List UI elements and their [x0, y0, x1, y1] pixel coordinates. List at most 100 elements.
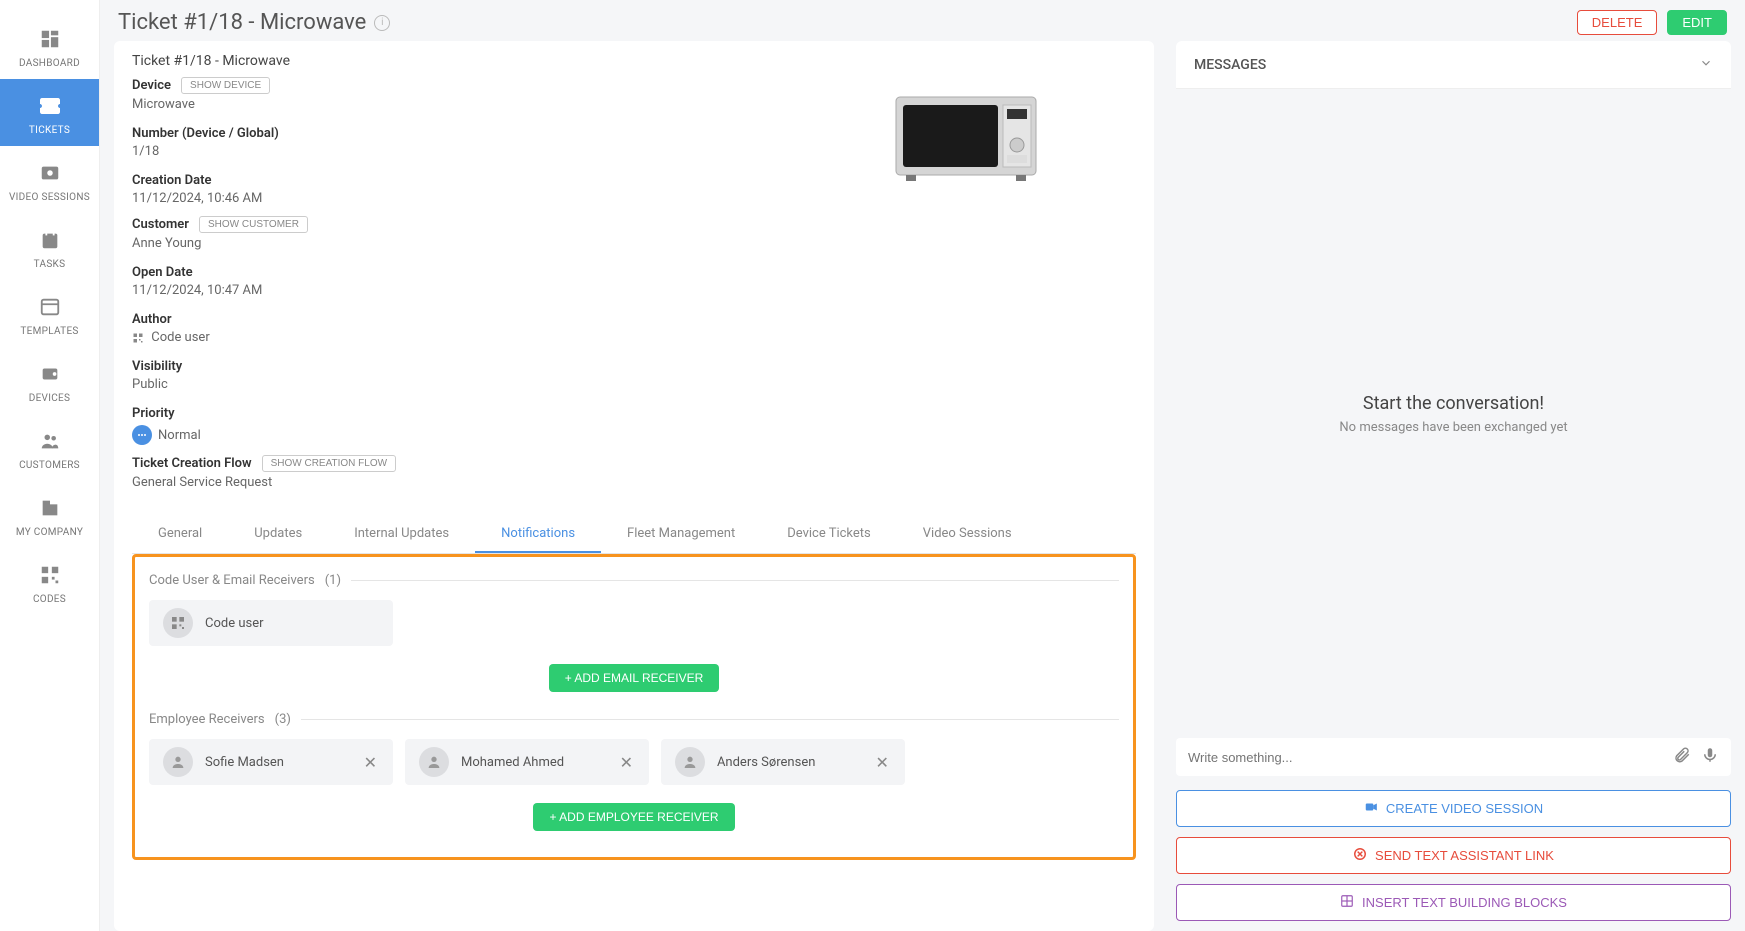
tab-updates[interactable]: Updates	[228, 516, 328, 553]
employee-name: Sofie Madsen	[205, 755, 350, 770]
tabs: General Updates Internal Updates Notific…	[132, 516, 1136, 554]
message-input[interactable]	[1188, 750, 1663, 765]
sidebar-item-label: CUSTOMERS	[19, 460, 80, 471]
sidebar-item-label: CODES	[33, 594, 66, 605]
dashboard-icon	[37, 26, 63, 52]
add-email-receiver-button[interactable]: + ADD EMAIL RECEIVER	[549, 664, 720, 692]
creation-date-value: 11/12/2024, 10:46 AM	[132, 191, 796, 206]
device-label: Device	[132, 78, 171, 93]
tab-internal-updates[interactable]: Internal Updates	[328, 516, 475, 553]
device-value: Microwave	[132, 97, 796, 112]
author-label: Author	[132, 312, 172, 327]
ticket-subtitle: Ticket #1/18 - Microwave	[132, 53, 1136, 69]
priority-value: Normal	[158, 428, 201, 443]
sidebar-item-tickets[interactable]: TICKETS	[0, 79, 99, 146]
employee-chip[interactable]: Anders Sørensen ✕	[661, 739, 905, 785]
device-image	[796, 77, 1136, 500]
customer-value: Anne Young	[132, 236, 796, 251]
author-value-text: Code user	[151, 330, 210, 345]
create-video-session-button[interactable]: CREATE VIDEO SESSION	[1176, 790, 1731, 827]
visibility-value: Public	[132, 377, 796, 392]
link-icon	[1353, 847, 1367, 864]
chevron-down-icon	[1699, 55, 1713, 74]
sidebar-item-label: VIDEO SESSIONS	[9, 192, 90, 203]
employee-name: Anders Sørensen	[717, 755, 862, 770]
notifications-panel: Code User & Email Receivers (1) Code use…	[132, 554, 1136, 860]
code-user-count: (1)	[325, 573, 341, 588]
person-icon	[419, 747, 449, 777]
devices-icon	[37, 361, 63, 387]
qr-icon	[132, 332, 144, 344]
video-icon	[1364, 800, 1378, 817]
show-customer-button[interactable]: SHOW CUSTOMER	[199, 216, 308, 233]
attachment-icon[interactable]	[1673, 746, 1691, 768]
edit-button[interactable]: EDIT	[1667, 10, 1727, 35]
customer-label: Customer	[132, 217, 189, 232]
sidebar-item-tasks[interactable]: TASKS	[0, 213, 99, 280]
employee-chip[interactable]: Mohamed Ahmed ✕	[405, 739, 649, 785]
video-btn-label: CREATE VIDEO SESSION	[1386, 801, 1543, 816]
priority-badge-icon	[132, 425, 152, 445]
tab-notifications[interactable]: Notifications	[475, 516, 601, 553]
sidebar-item-label: TEMPLATES	[20, 326, 78, 337]
tickets-icon	[37, 93, 63, 119]
codes-icon	[37, 562, 63, 588]
video-sessions-icon	[37, 160, 63, 186]
code-user-name: Code user	[205, 616, 379, 631]
sidebar-item-dashboard[interactable]: DASHBOARD	[0, 12, 99, 79]
delete-button[interactable]: DELETE	[1577, 10, 1658, 35]
tab-fleet-management[interactable]: Fleet Management	[601, 516, 761, 553]
employee-name: Mohamed Ahmed	[461, 755, 606, 770]
ticket-panel: Ticket #1/18 - Microwave Device SHOW DEV…	[114, 41, 1154, 931]
sidebar-item-label: TICKETS	[29, 125, 70, 136]
sidebar-item-my-company[interactable]: MY COMPANY	[0, 481, 99, 548]
qr-avatar-icon	[163, 608, 193, 638]
insert-building-blocks-button[interactable]: INSERT TEXT BUILDING BLOCKS	[1176, 884, 1731, 921]
customers-icon	[37, 428, 63, 454]
microphone-icon[interactable]	[1701, 746, 1719, 768]
sidebar-item-templates[interactable]: TEMPLATES	[0, 280, 99, 347]
open-date-label: Open Date	[132, 265, 193, 280]
person-icon	[163, 747, 193, 777]
person-icon	[675, 747, 705, 777]
code-user-chip[interactable]: Code user	[149, 600, 393, 646]
sidebar-item-video-sessions[interactable]: VIDEO SESSIONS	[0, 146, 99, 213]
messages-start-sub: No messages have been exchanged yet	[1339, 420, 1567, 435]
remove-icon[interactable]: ✕	[618, 753, 635, 772]
page-header: Ticket #1/18 - Microwave i DELETE EDIT	[100, 0, 1745, 41]
employee-header-text: Employee Receivers	[149, 712, 265, 727]
grid-icon	[1340, 894, 1354, 911]
messages-header[interactable]: MESSAGES	[1176, 41, 1731, 89]
number-label: Number (Device / Global)	[132, 126, 279, 141]
number-value: 1/18	[132, 144, 796, 159]
code-user-header-text: Code User & Email Receivers	[149, 573, 315, 588]
tab-video-sessions[interactable]: Video Sessions	[897, 516, 1038, 553]
company-icon	[37, 495, 63, 521]
add-employee-receiver-button[interactable]: + ADD EMPLOYEE RECEIVER	[533, 803, 734, 831]
remove-icon[interactable]: ✕	[874, 753, 891, 772]
sidebar-item-label: DASHBOARD	[19, 58, 80, 69]
tab-device-tickets[interactable]: Device Tickets	[761, 516, 897, 553]
visibility-label: Visibility	[132, 359, 182, 374]
sidebar-item-codes[interactable]: CODES	[0, 548, 99, 615]
code-user-section-header: Code User & Email Receivers (1)	[149, 573, 1119, 588]
author-value: Code user	[132, 330, 796, 345]
messages-start-title: Start the conversation!	[1363, 393, 1544, 414]
sidebar-item-customers[interactable]: CUSTOMERS	[0, 414, 99, 481]
sidebar-item-label: TASKS	[34, 259, 66, 270]
tasks-icon	[37, 227, 63, 253]
creation-date-label: Creation Date	[132, 173, 211, 188]
employee-chip[interactable]: Sofie Madsen ✕	[149, 739, 393, 785]
tab-general[interactable]: General	[132, 516, 228, 553]
employee-count: (3)	[275, 712, 291, 727]
blocks-btn-label: INSERT TEXT BUILDING BLOCKS	[1362, 895, 1567, 910]
employee-section-header: Employee Receivers (3)	[149, 712, 1119, 727]
send-text-assistant-button[interactable]: SEND TEXT ASSISTANT LINK	[1176, 837, 1731, 874]
show-creation-flow-button[interactable]: SHOW CREATION FLOW	[262, 455, 396, 472]
sidebar-item-devices[interactable]: DEVICES	[0, 347, 99, 414]
remove-icon[interactable]: ✕	[362, 753, 379, 772]
sidebar: DASHBOARD TICKETS VIDEO SESSIONS TASKS T…	[0, 0, 100, 931]
show-device-button[interactable]: SHOW DEVICE	[181, 77, 270, 94]
sidebar-item-label: MY COMPANY	[16, 527, 83, 538]
info-icon[interactable]: i	[374, 15, 390, 31]
